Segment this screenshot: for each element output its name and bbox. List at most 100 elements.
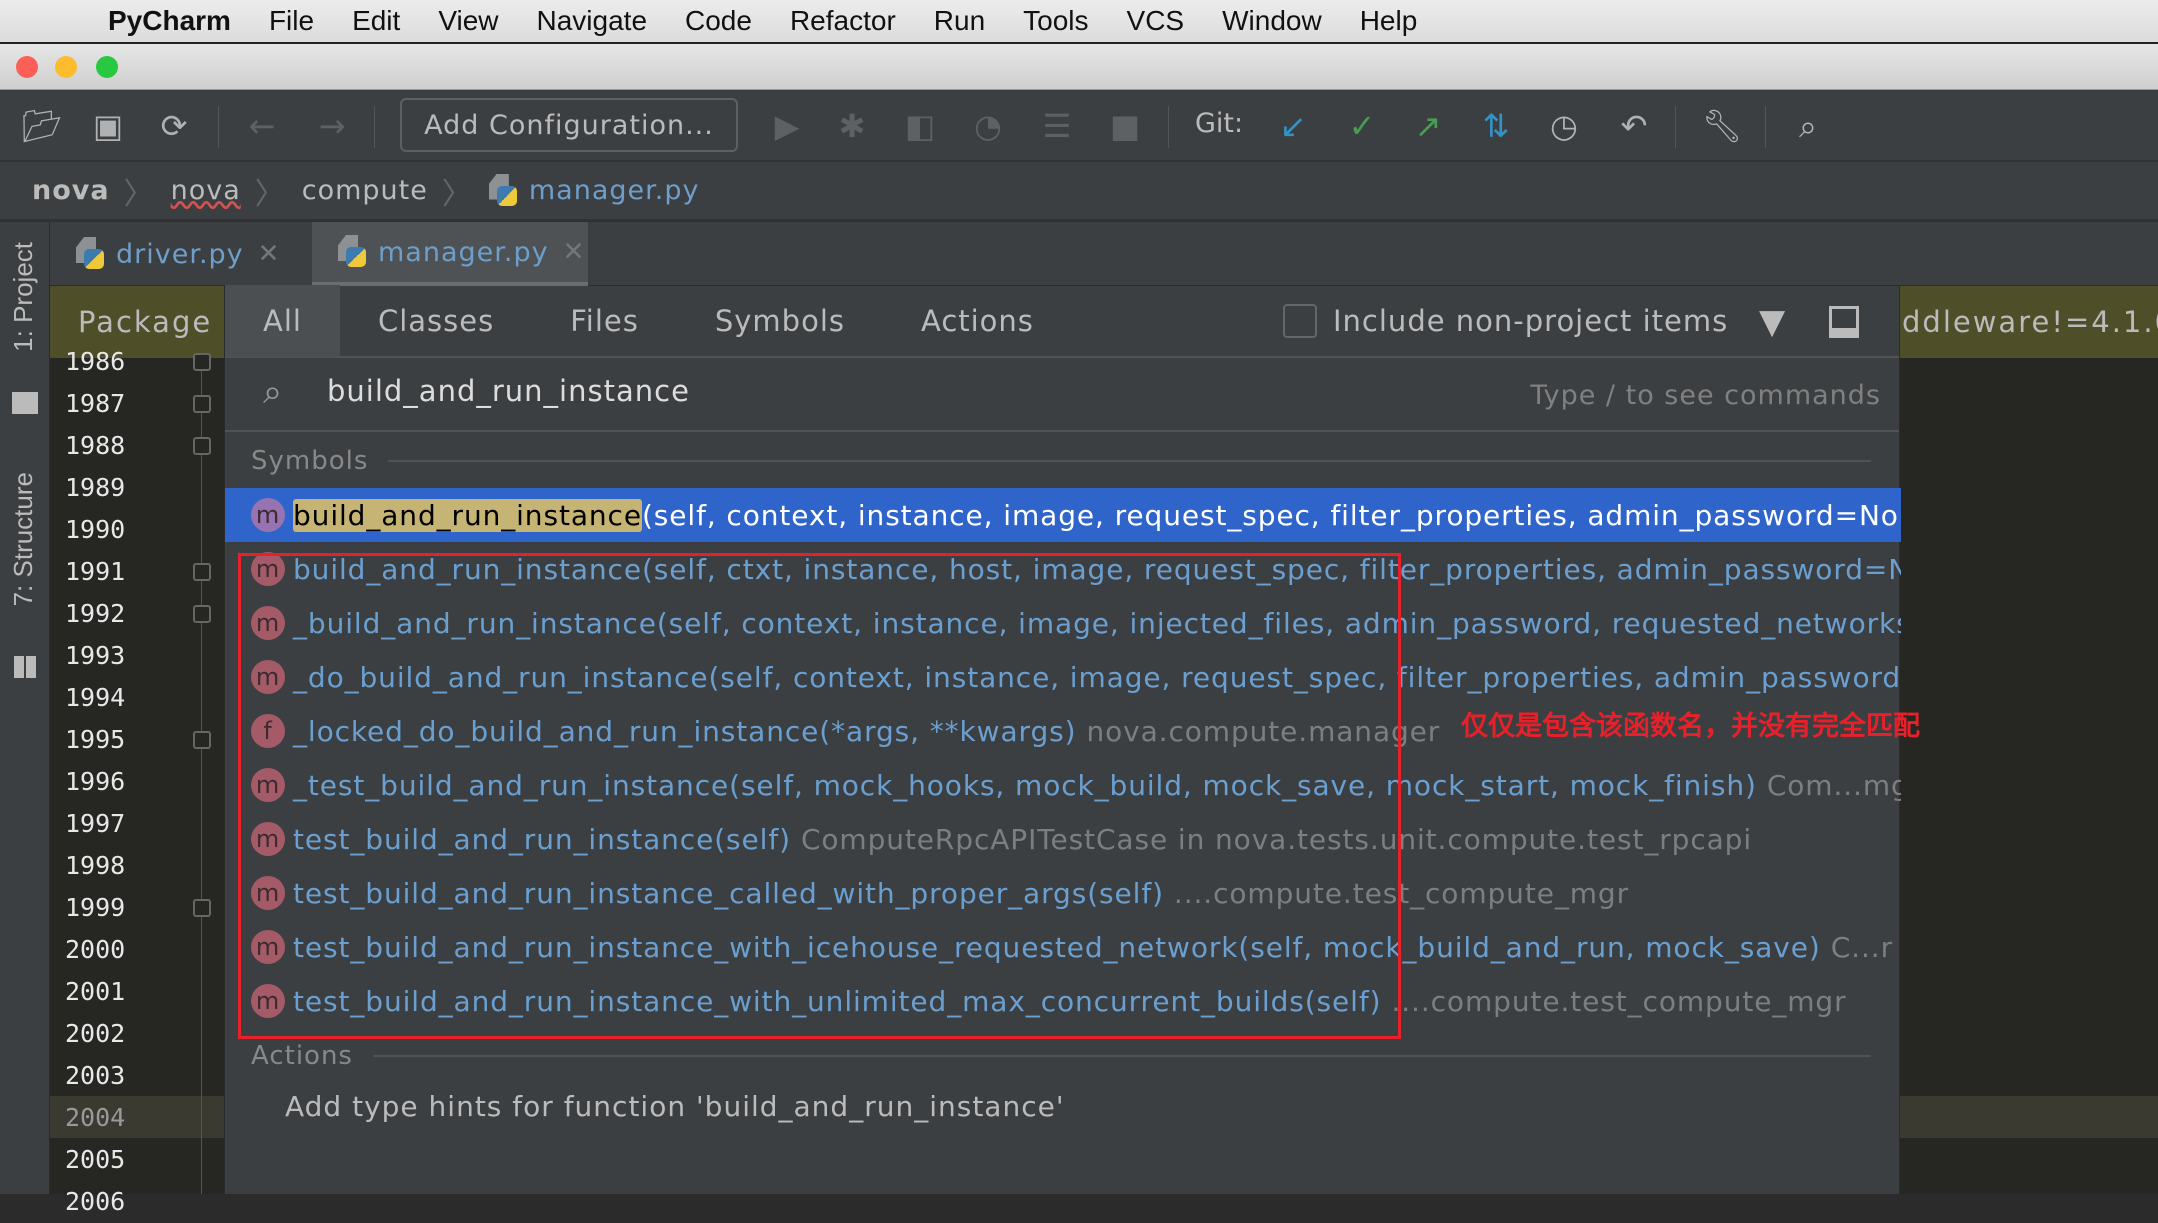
menu-edit[interactable]: Edit bbox=[352, 5, 400, 37]
fold-marker-icon[interactable] bbox=[193, 731, 211, 749]
menu-file[interactable]: File bbox=[269, 5, 314, 37]
breadcrumb-file[interactable]: manager.py bbox=[529, 175, 700, 206]
sync-icon[interactable]: ⟳ bbox=[152, 104, 196, 148]
menu-view[interactable]: View bbox=[438, 5, 498, 37]
git-update-icon[interactable]: ↙ bbox=[1271, 104, 1315, 148]
tab-files[interactable]: Files bbox=[532, 285, 677, 357]
python-file-icon bbox=[489, 174, 519, 208]
result-item[interactable]: m build_and_run_instance (self, context, i… bbox=[225, 488, 1901, 542]
run-with-coverage-icon[interactable]: ◧ bbox=[898, 104, 942, 148]
close-tab-icon[interactable]: ✕ bbox=[563, 237, 586, 267]
line-number: 2005 bbox=[65, 1145, 126, 1174]
concurrency-diagram-icon[interactable]: ☰ bbox=[1035, 104, 1079, 148]
tool-window-strip: 1: Project 7: Structure bbox=[0, 222, 50, 1194]
symbols-section-header: Symbols bbox=[251, 446, 1871, 476]
search-input[interactable] bbox=[327, 374, 1227, 408]
menu-navigate[interactable]: Navigate bbox=[537, 5, 648, 37]
actions-section-header: Actions bbox=[251, 1041, 1871, 1071]
line-number: 2002 bbox=[65, 1019, 126, 1048]
section-title: Symbols bbox=[251, 446, 369, 476]
breadcrumb: nova 〉 nova 〉 compute 〉 manager.py bbox=[0, 162, 2158, 222]
line-number: 1991 bbox=[65, 557, 126, 586]
line-number: 2006 bbox=[65, 1187, 126, 1216]
line-number: 1993 bbox=[65, 641, 126, 670]
tab-classes[interactable]: Classes bbox=[340, 285, 532, 357]
git-compare-icon[interactable]: ⇅ bbox=[1474, 104, 1518, 148]
filter-icon[interactable]: ▼ bbox=[1759, 302, 1786, 342]
close-tab-icon[interactable]: ✕ bbox=[258, 239, 281, 269]
menu-refactor[interactable]: Refactor bbox=[790, 5, 896, 37]
tab-driver-py[interactable]: driver.py ✕ bbox=[50, 222, 312, 286]
run-icon[interactable]: ▶ bbox=[765, 104, 809, 148]
section-title: Actions bbox=[251, 1041, 353, 1071]
stop-icon[interactable]: ■ bbox=[1103, 104, 1147, 148]
line-number: 1994 bbox=[65, 683, 126, 712]
tab-all[interactable]: All bbox=[225, 285, 340, 357]
git-commit-icon[interactable]: ✓ bbox=[1340, 104, 1384, 148]
fold-marker-icon[interactable] bbox=[193, 437, 211, 455]
save-icon[interactable]: ▣ bbox=[86, 104, 130, 148]
divider bbox=[372, 1055, 1871, 1057]
open-folder-icon[interactable]: 📂︎ bbox=[20, 104, 64, 148]
fold-marker-icon[interactable] bbox=[193, 395, 211, 413]
menu-app-name[interactable]: PyCharm bbox=[108, 5, 231, 37]
breadcrumb-folder[interactable]: compute bbox=[302, 175, 428, 206]
fold-marker-icon[interactable] bbox=[193, 563, 211, 581]
editor-tabs: driver.py ✕ manager.py ✕ bbox=[50, 222, 2158, 286]
tab-actions[interactable]: Actions bbox=[883, 285, 1072, 357]
python-file-icon bbox=[76, 237, 106, 271]
line-number: 2001 bbox=[65, 977, 126, 1006]
fold-marker-icon[interactable] bbox=[193, 899, 211, 917]
open-in-find-window-icon[interactable] bbox=[1829, 306, 1859, 338]
banner-text-right: ddleware!=4.1.0,! bbox=[1902, 305, 2158, 339]
fold-marker-icon[interactable] bbox=[193, 605, 211, 623]
menu-window[interactable]: Window bbox=[1222, 5, 1322, 37]
tab-manager-py[interactable]: manager.py ✕ bbox=[312, 222, 588, 286]
close-window-button[interactable] bbox=[16, 56, 38, 78]
tab-symbols[interactable]: Symbols bbox=[677, 285, 883, 357]
action-item-add-type-hints[interactable]: Add type hints for function 'build_and_r… bbox=[285, 1090, 1065, 1123]
back-icon[interactable]: ← bbox=[240, 104, 284, 148]
git-label: Git: bbox=[1195, 108, 1244, 139]
menu-tools[interactable]: Tools bbox=[1023, 5, 1088, 37]
toolbar-divider bbox=[1765, 106, 1766, 148]
project-tool-tab[interactable]: 1: Project bbox=[8, 242, 39, 352]
breadcrumb-project[interactable]: nova bbox=[32, 175, 110, 206]
line-number: 1986 bbox=[65, 347, 126, 376]
include-non-project-checkbox[interactable]: Include non-project items bbox=[1283, 304, 1728, 338]
rollback-icon[interactable]: ↶ bbox=[1612, 104, 1656, 148]
menu-help[interactable]: Help bbox=[1360, 5, 1418, 37]
tab-label: manager.py bbox=[378, 236, 549, 268]
structure-tool-tab[interactable]: 7: Structure bbox=[8, 472, 39, 606]
profile-icon[interactable]: ◔ bbox=[966, 104, 1010, 148]
menu-vcs[interactable]: VCS bbox=[1127, 5, 1185, 37]
history-clock-icon[interactable]: ◷ bbox=[1542, 104, 1586, 148]
fold-guide bbox=[201, 358, 202, 1194]
result-location: C...r bbox=[1830, 930, 1893, 964]
git-push-icon[interactable]: ↗ bbox=[1406, 104, 1450, 148]
menu-code[interactable]: Code bbox=[685, 5, 752, 37]
divider bbox=[388, 460, 1871, 462]
minimize-window-button[interactable] bbox=[55, 56, 77, 78]
wrench-settings-icon[interactable]: 🔧︎ bbox=[1700, 104, 1744, 148]
menu-run[interactable]: Run bbox=[934, 5, 985, 37]
checkbox[interactable] bbox=[1283, 304, 1317, 338]
line-number: 2004 bbox=[65, 1103, 126, 1132]
chevron-right-icon: 〉 bbox=[441, 176, 473, 212]
line-number: 1995 bbox=[65, 725, 126, 754]
search-hint: Type / to see commands bbox=[1530, 380, 1881, 411]
forward-icon[interactable]: → bbox=[310, 104, 354, 148]
zoom-window-button[interactable] bbox=[96, 56, 118, 78]
result-location: Com...mg bbox=[1766, 768, 1901, 802]
search-icon: ⌕ bbox=[263, 372, 283, 412]
search-everywhere-icon[interactable]: ⌕ bbox=[1786, 104, 1830, 148]
breadcrumb-package[interactable]: nova bbox=[171, 175, 241, 206]
line-number: 1987 bbox=[65, 389, 126, 418]
add-configuration-button[interactable]: Add Configuration... bbox=[400, 98, 738, 152]
python-file-icon bbox=[338, 235, 368, 269]
line-number: 1997 bbox=[65, 809, 126, 838]
fold-marker-icon[interactable] bbox=[193, 353, 211, 371]
debug-icon[interactable]: ✱ bbox=[830, 104, 874, 148]
window-title-bar bbox=[0, 44, 2158, 90]
line-number: 1988 bbox=[65, 431, 126, 460]
